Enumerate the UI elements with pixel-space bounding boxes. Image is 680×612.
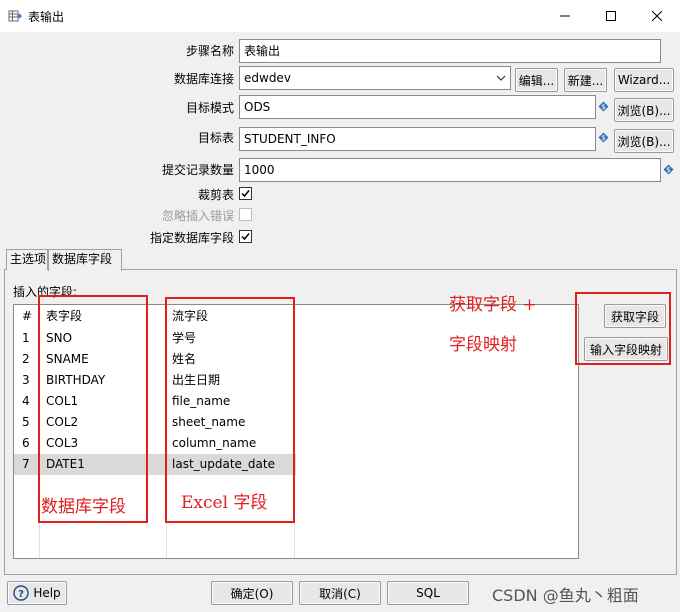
maximize-icon <box>606 11 616 21</box>
specify-fields-label: 指定数据库字段 <box>149 231 234 245</box>
table-output-icon <box>8 10 22 22</box>
minimize-button[interactable] <box>542 0 588 32</box>
wizard-button[interactable]: Wizard... <box>614 68 674 92</box>
annotation-box-db-fields <box>38 295 148 523</box>
title-bar: 表输出 <box>0 0 680 32</box>
truncate-checkbox[interactable] <box>239 187 252 200</box>
row-number: 5 <box>22 415 30 429</box>
target-table-label: 目标表 <box>197 131 234 145</box>
ignore-errors-label: 忽略插入错误 <box>161 209 234 223</box>
help-label: Help <box>33 586 61 600</box>
row-number: 3 <box>22 373 30 387</box>
row-number: 6 <box>22 436 30 450</box>
annotation-field-mapping: 字段映射 <box>449 335 517 355</box>
check-icon <box>241 190 250 198</box>
svg-text:$: $ <box>601 103 605 111</box>
ignore-errors-checkbox[interactable] <box>239 208 252 221</box>
annotation-database-fields: 数据库字段 <box>41 497 126 517</box>
variable-icon: $ <box>598 132 609 143</box>
browse-table-button[interactable]: 浏览(B)... <box>614 129 674 153</box>
connection-value: edwdev <box>244 71 291 85</box>
edit-connection-button[interactable]: 编辑... <box>515 68 558 92</box>
cancel-button[interactable]: 取消(C) <box>299 581 381 605</box>
maximize-button[interactable] <box>588 0 634 32</box>
chevron-down-icon <box>496 75 506 81</box>
close-button[interactable] <box>634 0 680 32</box>
annotation-box-buttons <box>575 292 671 365</box>
row-number: 2 <box>22 352 30 366</box>
new-connection-button[interactable]: 新建... <box>564 68 607 92</box>
target-table-input[interactable]: STUDENT_INFO <box>239 127 596 151</box>
sql-button[interactable]: SQL <box>387 581 469 605</box>
annotation-excel-fields: Excel 字段 <box>181 493 268 513</box>
variable-icon: $ <box>663 164 674 175</box>
row-number: 7 <box>22 457 30 471</box>
header-number: # <box>22 309 33 323</box>
annotation-get-fields-plus: 获取字段 + <box>449 295 537 315</box>
tab-database-fields[interactable]: 数据库字段 <box>48 249 122 271</box>
step-name-input[interactable]: 表输出 <box>239 39 661 63</box>
svg-text:?: ? <box>18 589 24 600</box>
step-name-label: 步骤名称 <box>185 44 234 58</box>
specify-fields-checkbox[interactable] <box>239 230 252 243</box>
variable-icon: $ <box>598 101 609 112</box>
schema-input[interactable]: ODS <box>239 95 596 119</box>
help-button[interactable]: ? Help <box>7 581 67 605</box>
watermark-text: CSDN @鱼丸丶粗面 <box>492 586 639 605</box>
svg-text:$: $ <box>666 166 670 174</box>
ok-button[interactable]: 确定(O) <box>211 581 293 605</box>
connection-label: 数据库连接 <box>173 72 234 86</box>
schema-label: 目标模式 <box>185 101 234 115</box>
truncate-label: 裁剪表 <box>197 188 234 202</box>
tab-main-options[interactable]: 主选项 <box>6 249 48 270</box>
close-icon <box>652 11 662 21</box>
commit-size-input[interactable]: 1000 <box>239 158 661 182</box>
svg-text:$: $ <box>601 134 605 142</box>
commit-size-label: 提交记录数量 <box>161 163 234 177</box>
window-title: 表输出 <box>28 10 65 24</box>
connection-select[interactable]: edwdev <box>239 66 511 90</box>
help-icon: ? <box>13 585 30 601</box>
row-number: 4 <box>22 394 30 408</box>
minimize-icon <box>560 15 570 17</box>
check-icon <box>241 233 250 241</box>
row-number: 1 <box>22 331 30 345</box>
browse-schema-button[interactable]: 浏览(B)... <box>614 98 674 122</box>
